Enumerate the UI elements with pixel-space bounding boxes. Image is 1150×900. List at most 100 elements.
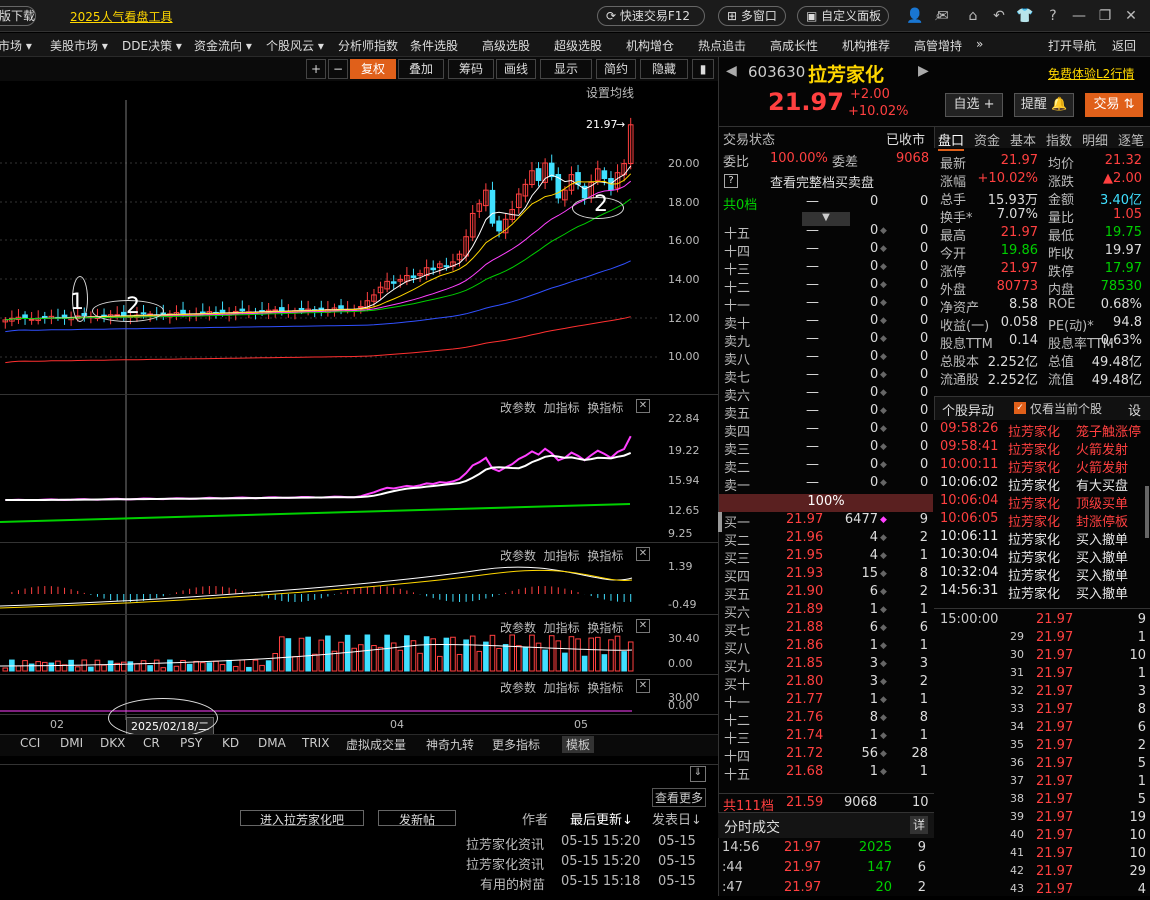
sell-level-row[interactable]: 十五 —0 ◆ 0 xyxy=(722,223,932,242)
close-icon[interactable]: ✕ xyxy=(1122,7,1140,25)
skin-icon[interactable]: 👕 xyxy=(1016,7,1034,25)
download-button[interactable]: 版下载 xyxy=(0,6,36,26)
simple-button[interactable]: 简约 xyxy=(596,59,636,79)
menu-item-institution-add[interactable]: 机构增仓 xyxy=(626,37,674,54)
event-row[interactable]: 10:06:11 拉芳家化 买入撤单 xyxy=(940,529,1150,548)
tab-magic-nine[interactable]: 神奇九转 xyxy=(426,736,474,753)
menu-item-capital-flow[interactable]: 资金流向 ▾ xyxy=(194,37,252,54)
forum-row-author[interactable]: 拉芳家化资讯 xyxy=(466,854,544,873)
add-indicator-button[interactable]: 加指标 xyxy=(544,681,580,695)
switch-indicator-button[interactable]: 换指标 xyxy=(587,549,623,563)
restore-icon[interactable]: ❐ xyxy=(1096,7,1114,25)
collapse-right-icon[interactable]: ▮ xyxy=(692,59,714,79)
change-params-button[interactable]: 改参数 xyxy=(500,549,536,563)
display-button[interactable]: 显示 xyxy=(540,59,592,79)
close-panel-icon[interactable]: ✕ xyxy=(636,547,650,561)
help-icon[interactable]: ? xyxy=(724,174,738,188)
buy-level-row[interactable]: 买九 21.85 3 ◆ 3 xyxy=(722,656,932,675)
menu-item-institution-recommend[interactable]: 机构推荐 xyxy=(842,37,890,54)
switch-indicator-button[interactable]: 换指标 xyxy=(587,681,623,695)
menu-item-condition-pick[interactable]: 条件选股 xyxy=(410,37,458,54)
menu-item-dde[interactable]: DDE决策 ▾ xyxy=(122,37,182,54)
tab-pankou[interactable]: 盘口 xyxy=(938,130,965,151)
sell-level-row[interactable]: 卖二 —0 ◆ 0 xyxy=(722,457,932,476)
user-icon[interactable]: 👤 xyxy=(906,7,924,25)
switch-indicator-button[interactable]: 换指标 xyxy=(587,401,623,415)
menu-item-stock-news[interactable]: 个股风云 ▾ xyxy=(266,37,324,54)
only-current-label[interactable]: 仅看当前个股 xyxy=(1030,400,1102,417)
menu-item-exec-increase[interactable]: 高管增持 xyxy=(914,37,962,54)
only-current-checkbox[interactable]: ✓ xyxy=(1014,402,1026,414)
tab-dma[interactable]: DMA xyxy=(258,736,286,750)
latest-update-header[interactable]: 最后更新↓ xyxy=(570,809,633,828)
tab-cr[interactable]: CR xyxy=(143,736,160,750)
minimize-icon[interactable]: — xyxy=(1070,7,1088,25)
sell-level-row[interactable]: 十四 —0 ◆ 0 xyxy=(722,241,932,260)
prev-stock-icon[interactable]: ◀ xyxy=(726,63,737,79)
close-panel-icon[interactable]: ✕ xyxy=(636,679,650,693)
watchlist-button[interactable]: 自选 + xyxy=(945,93,1003,117)
add-indicator-button[interactable]: 加指标 xyxy=(544,621,580,635)
event-row[interactable]: 14:56:31 拉芳家化 买入撤单 xyxy=(940,583,1150,602)
menu-item-back[interactable]: 返回 xyxy=(1112,37,1136,54)
buy-level-row[interactable]: 买五 21.90 6 ◆ 2 xyxy=(722,584,932,603)
menu-item-us-market[interactable]: 美股市场 ▾ xyxy=(50,37,108,54)
quick-trade-button[interactable]: ⟳ 快速交易F12 xyxy=(597,6,705,26)
scrollbar[interactable] xyxy=(1145,486,1149,538)
tab-trix[interactable]: TRIX xyxy=(302,736,329,750)
sell-level-row[interactable]: 卖四 —0 ◆ 0 xyxy=(722,421,932,440)
sell-level-row[interactable]: 卖七 —0 ◆ 0 xyxy=(722,367,932,386)
tab-more-indicators[interactable]: 更多指标 xyxy=(492,736,540,753)
menu-item-hot-track[interactable]: 热点追击 xyxy=(698,37,746,54)
events-settings-button[interactable]: 设 xyxy=(1128,400,1141,419)
buy-level-row[interactable]: 买七 21.88 6 ◆ 6 xyxy=(722,620,932,639)
event-row[interactable]: 10:06:05 拉芳家化 封涨停板 xyxy=(940,511,1150,530)
sell-level-row[interactable]: 卖五 —0 ◆ 0 xyxy=(722,403,932,422)
zoom-in-button[interactable]: + xyxy=(306,59,326,79)
change-params-button[interactable]: 改参数 xyxy=(500,681,536,695)
tape-detail-button[interactable]: 详 xyxy=(910,816,928,834)
buy-level-row[interactable]: 十二 21.76 8 ◆ 8 xyxy=(722,710,932,729)
chips-button[interactable]: 筹码 xyxy=(448,59,494,79)
menu-item-super-pick[interactable]: 超级选股 xyxy=(554,37,602,54)
sell-level-row[interactable]: 卖三 —0 ◆ 0 xyxy=(722,439,932,458)
sell-level-row[interactable]: 卖十 —0 ◆ 0 xyxy=(722,313,932,332)
event-row[interactable]: 10:06:02 拉芳家化 有大买盘 xyxy=(940,475,1150,494)
buy-level-row[interactable]: 买四 21.93 15 ◆ 8 xyxy=(722,566,932,585)
buy-level-row[interactable]: 十四 21.72 56 ◆ 28 xyxy=(722,746,932,765)
help-icon[interactable]: ? xyxy=(1044,7,1062,25)
buy-level-row[interactable]: 买二 21.96 4 ◆ 2 xyxy=(722,530,932,549)
buy-level-row[interactable]: 十五 21.68 1 ◆ 1 xyxy=(722,764,932,783)
tab-dkx[interactable]: DKX xyxy=(100,736,125,750)
menu-item-high-growth[interactable]: 高成长性 xyxy=(770,37,818,54)
enter-forum-button[interactable]: 进入拉芳家化吧 xyxy=(240,810,364,827)
message-icon[interactable]: ✉ xyxy=(934,7,952,25)
buy-level-row[interactable]: 买六 21.89 1 ◆ 1 xyxy=(722,602,932,621)
add-indicator-button[interactable]: 加指标 xyxy=(544,549,580,563)
popular-tools-link[interactable]: 2025人气看盘工具 xyxy=(70,8,173,25)
tab-detail[interactable]: 明细 xyxy=(1082,130,1108,149)
sell-level-row[interactable]: 卖八 —0 ◆ 0 xyxy=(722,349,932,368)
buy-level-row[interactable]: 十一 21.77 1 ◆ 1 xyxy=(722,692,932,711)
buy-level-row[interactable]: 买八 21.86 1 ◆ 1 xyxy=(722,638,932,657)
tab-cci[interactable]: CCI xyxy=(20,736,40,750)
buy-level-row[interactable]: 买一 21.97 6477 ◆ 9 xyxy=(722,512,932,531)
multi-window-button[interactable]: ⊞ 多窗口 xyxy=(718,6,786,26)
post-date-header[interactable]: 发表日↓ xyxy=(652,809,702,828)
hide-button[interactable]: 隐藏 xyxy=(640,59,688,79)
menu-item-open-nav[interactable]: 打开导航 xyxy=(1048,37,1096,54)
splitter-handle[interactable] xyxy=(718,512,722,532)
new-post-button[interactable]: 发新帖 xyxy=(378,810,456,827)
sell-level-row[interactable]: 卖六 —0 ◆ 0 xyxy=(722,385,932,404)
tab-template[interactable]: 模板 xyxy=(562,736,595,753)
event-row[interactable]: 09:58:26 拉芳家化 笼子触涨停 xyxy=(940,421,1150,440)
event-row[interactable]: 10:06:04 拉芳家化 顶级买单 xyxy=(940,493,1150,512)
menu-item-market[interactable]: 市场 ▾ xyxy=(0,37,32,54)
buy-level-row[interactable]: 十三 21.74 1 ◆ 1 xyxy=(722,728,932,747)
buy-level-row[interactable]: 买十 21.80 3 ◆ 2 xyxy=(722,674,932,693)
menu-item-analyst-index[interactable]: 分析师指数 xyxy=(338,37,398,54)
buy-level-row[interactable]: 买三 21.95 4 ◆ 1 xyxy=(722,548,932,567)
event-row[interactable]: 10:00:11 拉芳家化 火箭发射 xyxy=(940,457,1150,476)
tab-basic[interactable]: 基本 xyxy=(1010,130,1036,149)
download-icon[interactable]: ⇓ xyxy=(690,766,706,782)
